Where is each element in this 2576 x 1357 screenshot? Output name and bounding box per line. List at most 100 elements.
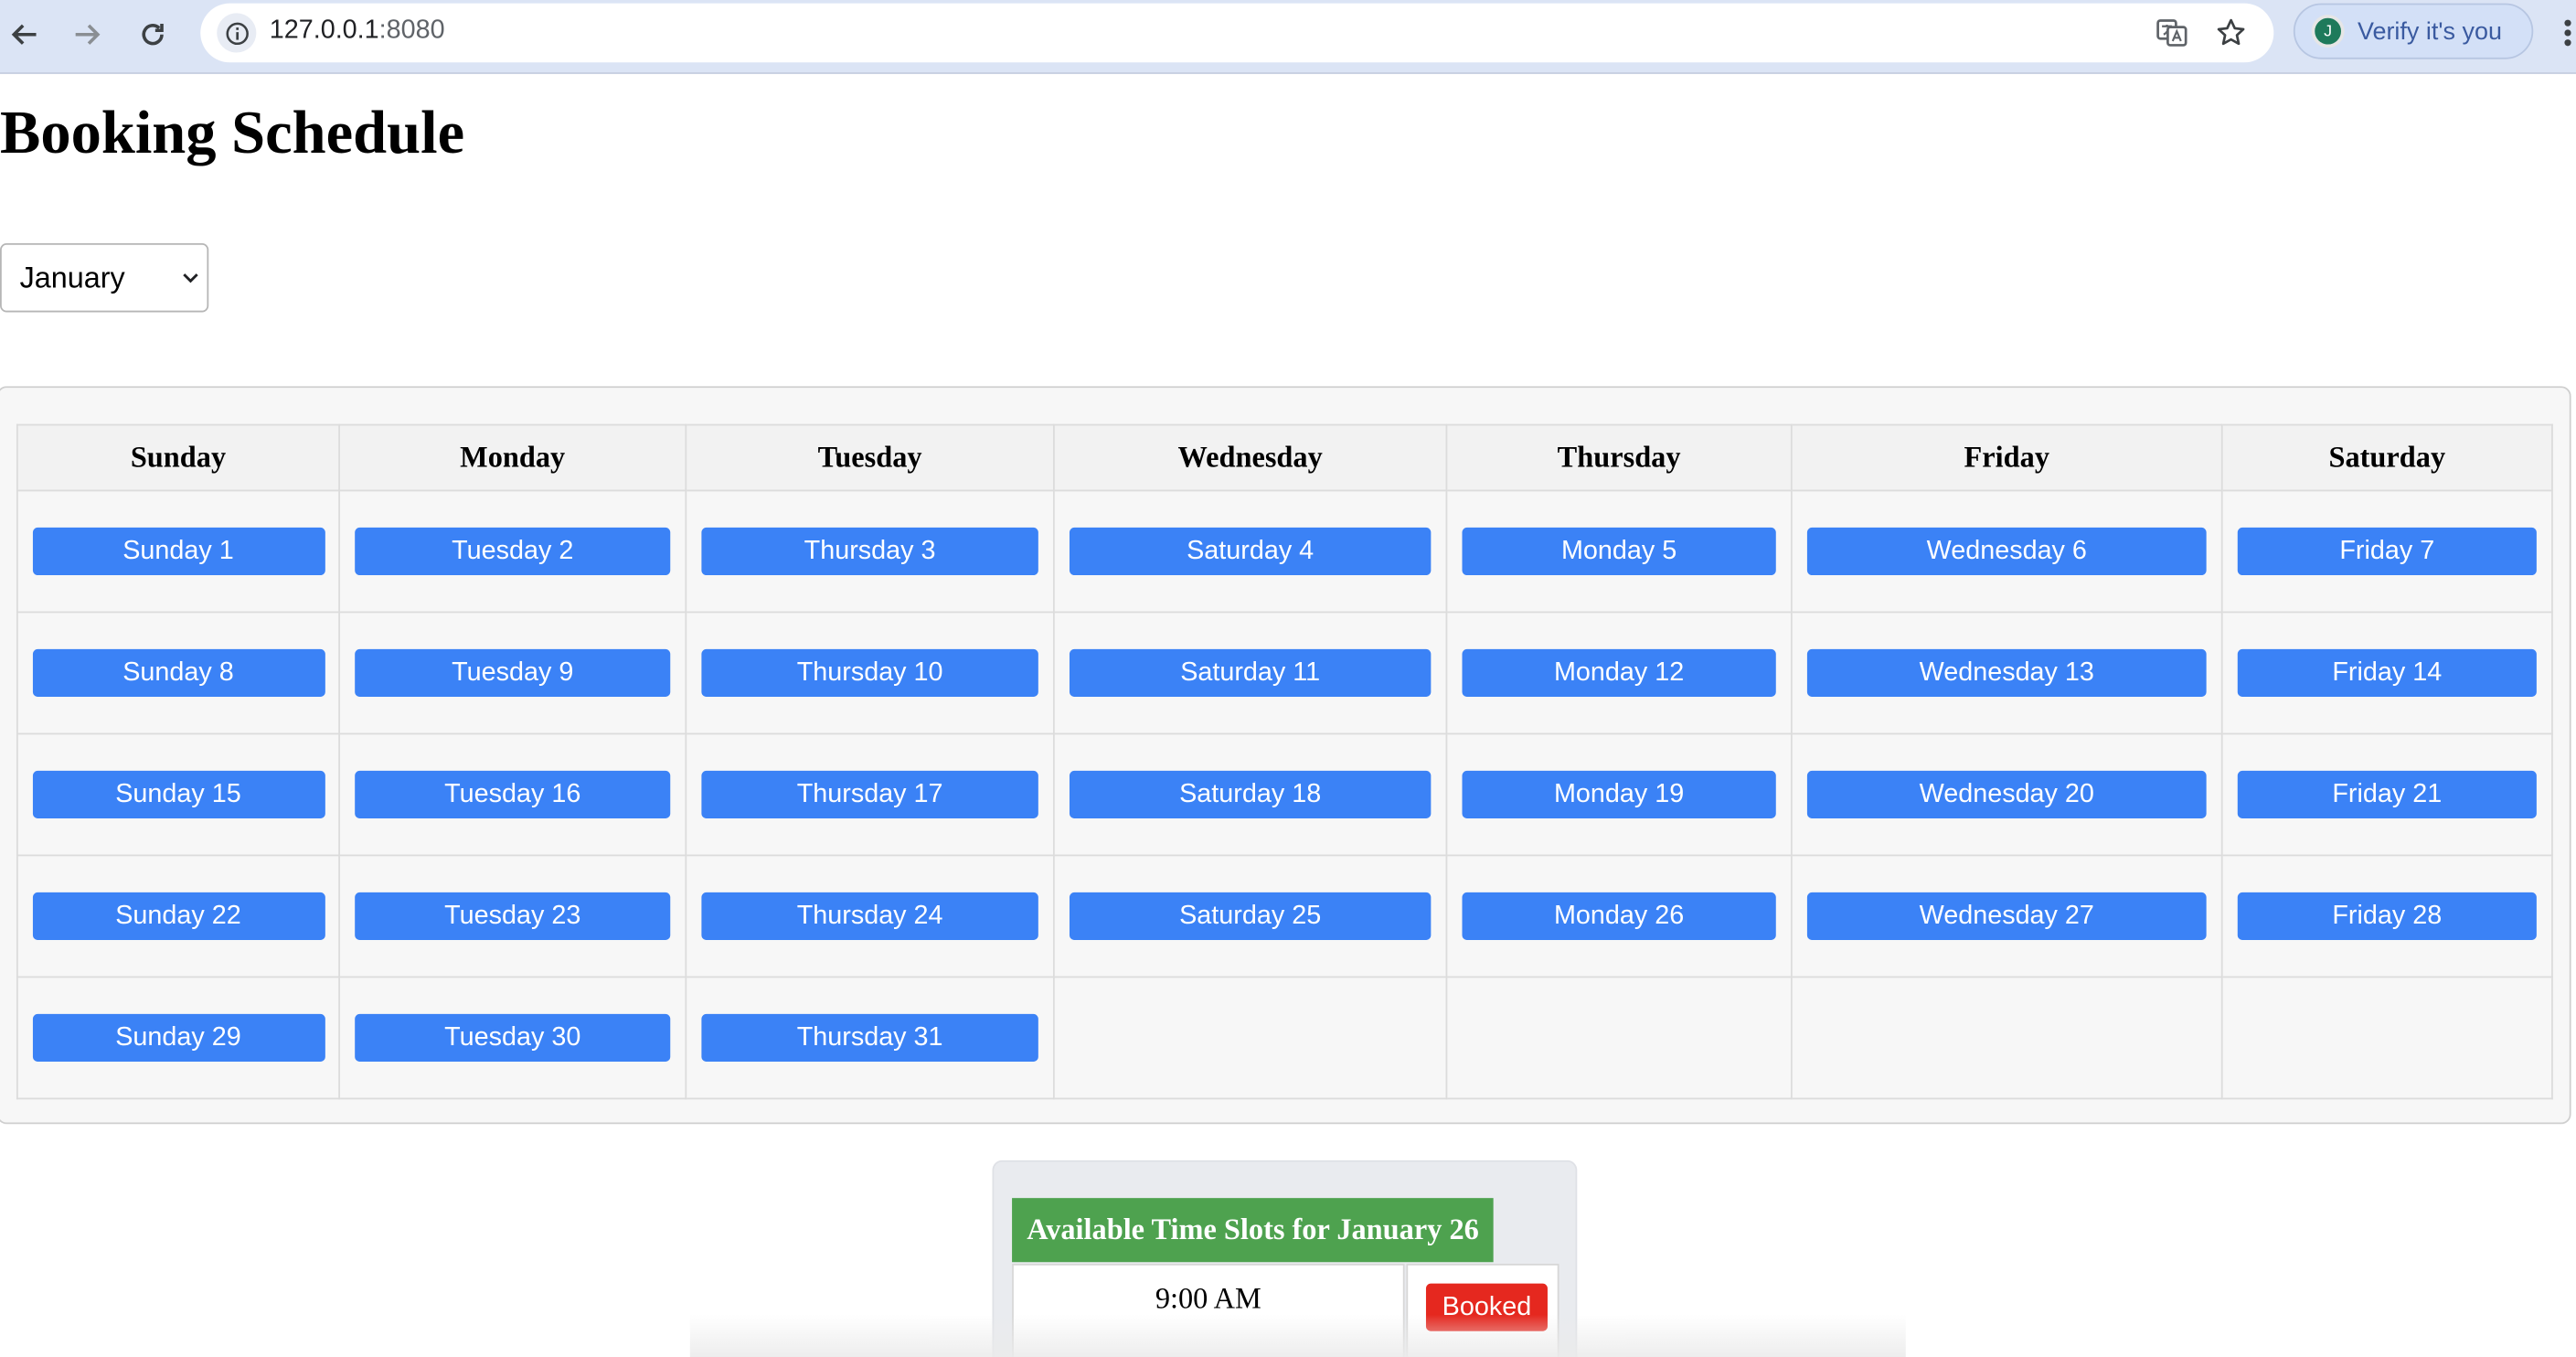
calendar-cell-empty [2220,976,2553,1100]
day-button[interactable]: Sunday 22 [32,892,325,940]
calendar-cell: Saturday 25 [1053,854,1448,978]
booked-button[interactable]: Booked [1425,1283,1548,1331]
forward-arrow-icon[interactable] [66,13,109,56]
calendar-cell: Monday 5 [1445,489,1793,614]
calendar-cell: Tuesday 9 [338,611,687,735]
calendar-cell: Monday 19 [1445,732,1793,857]
calendar-cell: Tuesday 23 [338,854,687,978]
calendar-cell: Thursday 31 [685,976,1055,1100]
day-button[interactable]: Saturday 25 [1069,892,1432,940]
day-button[interactable]: Thursday 31 [701,1013,1038,1062]
time-slots-title: Available Time Slots for January 26 [1012,1198,1494,1263]
weekday-header: Monday [338,423,687,492]
calendar-cell: Sunday 22 [16,854,341,978]
weekday-header: Friday [1790,423,2223,492]
avatar: J [2311,15,2345,48]
calendar-cell: Thursday 24 [685,854,1055,978]
site-info-icon[interactable] [217,13,257,53]
day-button[interactable]: Tuesday 16 [355,770,671,819]
calendar-cell: Friday 21 [2220,732,2553,857]
day-button[interactable]: Sunday 8 [32,648,325,698]
day-button[interactable]: Friday 21 [2237,770,2537,819]
calendar-cell: Sunday 15 [16,732,341,857]
day-button[interactable]: Saturday 4 [1069,527,1432,576]
day-button[interactable]: Tuesday 9 [355,648,671,698]
browser-menu-icon[interactable] [2560,16,2576,53]
calendar-cell: Thursday 3 [685,489,1055,614]
day-button[interactable]: Friday 14 [2237,648,2537,698]
month-select[interactable]: January [0,242,209,313]
day-button[interactable]: Monday 19 [1462,770,1776,819]
calendar-cell: Saturday 11 [1053,611,1448,735]
browser-toolbar: 127.0.0.1:8080 J Verify it's you [0,0,2576,74]
calendar-cell: Tuesday 2 [338,489,687,614]
day-button[interactable]: Sunday 29 [32,1013,325,1062]
weekday-header: Wednesday [1053,423,1448,492]
calendar-cell: Thursday 17 [685,732,1055,857]
calendar-table: Sunday Monday Tuesday Wednesday Thursday… [16,423,2553,1100]
day-button[interactable]: Thursday 3 [701,527,1038,576]
day-button[interactable]: Tuesday 2 [355,527,671,576]
calendar-container: Sunday Monday Tuesday Wednesday Thursday… [0,386,2571,1125]
calendar-cell: Monday 12 [1445,611,1793,735]
day-button[interactable]: Friday 7 [2237,527,2537,576]
day-button[interactable]: Sunday 1 [32,527,325,576]
day-button[interactable]: Wednesday 27 [1806,892,2207,940]
calendar-cell-empty [1053,976,1448,1100]
day-button[interactable]: Saturday 11 [1069,648,1432,698]
profile-chip-label: Verify it's you [2357,16,2502,46]
weekday-header: Tuesday [685,423,1055,492]
time-slot-status-cell: Booked [1406,1264,1559,1357]
calendar-cell-empty [1790,976,2223,1100]
time-slots-panel: Available Time Slots for January 26 9:00… [992,1159,1578,1357]
day-button[interactable]: Wednesday 6 [1806,527,2207,576]
day-button[interactable]: Wednesday 13 [1806,648,2207,698]
calendar-cell: Sunday 29 [16,976,341,1100]
day-button[interactable]: Sunday 15 [32,770,325,819]
day-button[interactable]: Tuesday 23 [355,892,671,940]
calendar-cell: Saturday 18 [1053,732,1448,857]
profile-chip[interactable]: J Verify it's you [2293,3,2534,59]
calendar-week-row: Sunday 29 Tuesday 30 Thursday 31 [16,976,2553,1100]
calendar-cell: Tuesday 16 [338,732,687,857]
calendar-cell: Friday 7 [2220,489,2553,614]
day-button[interactable]: Thursday 10 [701,648,1038,698]
calendar-week-row: Sunday 1 Tuesday 2 Thursday 3 Saturday 4… [16,489,2553,614]
month-select-value: January [19,261,125,294]
weekday-header: Thursday [1445,423,1793,492]
calendar-cell: Wednesday 6 [1790,489,2223,614]
calendar-cell: Tuesday 30 [338,976,687,1100]
calendar-cell: Wednesday 13 [1790,611,2223,735]
day-button[interactable]: Thursday 24 [701,892,1038,940]
bookmark-star-icon[interactable] [2211,13,2251,52]
url-port: :8080 [378,16,445,45]
calendar-week-row: Sunday 15 Tuesday 16 Thursday 17 Saturda… [16,732,2553,857]
day-button[interactable]: Monday 26 [1462,892,1776,940]
url-host: 127.0.0.1 [269,16,379,45]
calendar-week-row: Sunday 22 Tuesday 23 Thursday 24 Saturda… [16,854,2553,978]
address-bar[interactable]: 127.0.0.1:8080 [200,3,2274,63]
day-button[interactable]: Monday 12 [1462,648,1776,698]
calendar-cell: Saturday 4 [1053,489,1448,614]
calendar-cell-empty [1445,976,1793,1100]
calendar-cell: Friday 28 [2220,854,2553,978]
day-button[interactable]: Thursday 17 [701,770,1038,819]
back-arrow-icon[interactable] [4,13,47,56]
calendar-cell: Monday 26 [1445,854,1793,978]
day-button[interactable]: Saturday 18 [1069,770,1432,819]
weekday-header: Sunday [16,423,341,492]
translate-icon[interactable] [2152,13,2191,52]
reload-icon[interactable] [132,13,175,56]
page-title: Booking Schedule [0,100,465,168]
time-slot-time: 9:00 AM [1012,1264,1405,1357]
url-text: 127.0.0.1:8080 [270,16,445,46]
day-button[interactable]: Friday 28 [2237,892,2537,940]
calendar-header-row: Sunday Monday Tuesday Wednesday Thursday… [16,423,2553,492]
calendar-cell: Friday 14 [2220,611,2553,735]
day-button[interactable]: Monday 5 [1462,527,1776,576]
chevron-down-icon [183,273,198,283]
day-button[interactable]: Tuesday 30 [355,1013,671,1062]
calendar-cell: Wednesday 20 [1790,732,2223,857]
day-button[interactable]: Wednesday 20 [1806,770,2207,819]
time-slot-row: 9:00 AM Booked [1012,1264,1559,1357]
